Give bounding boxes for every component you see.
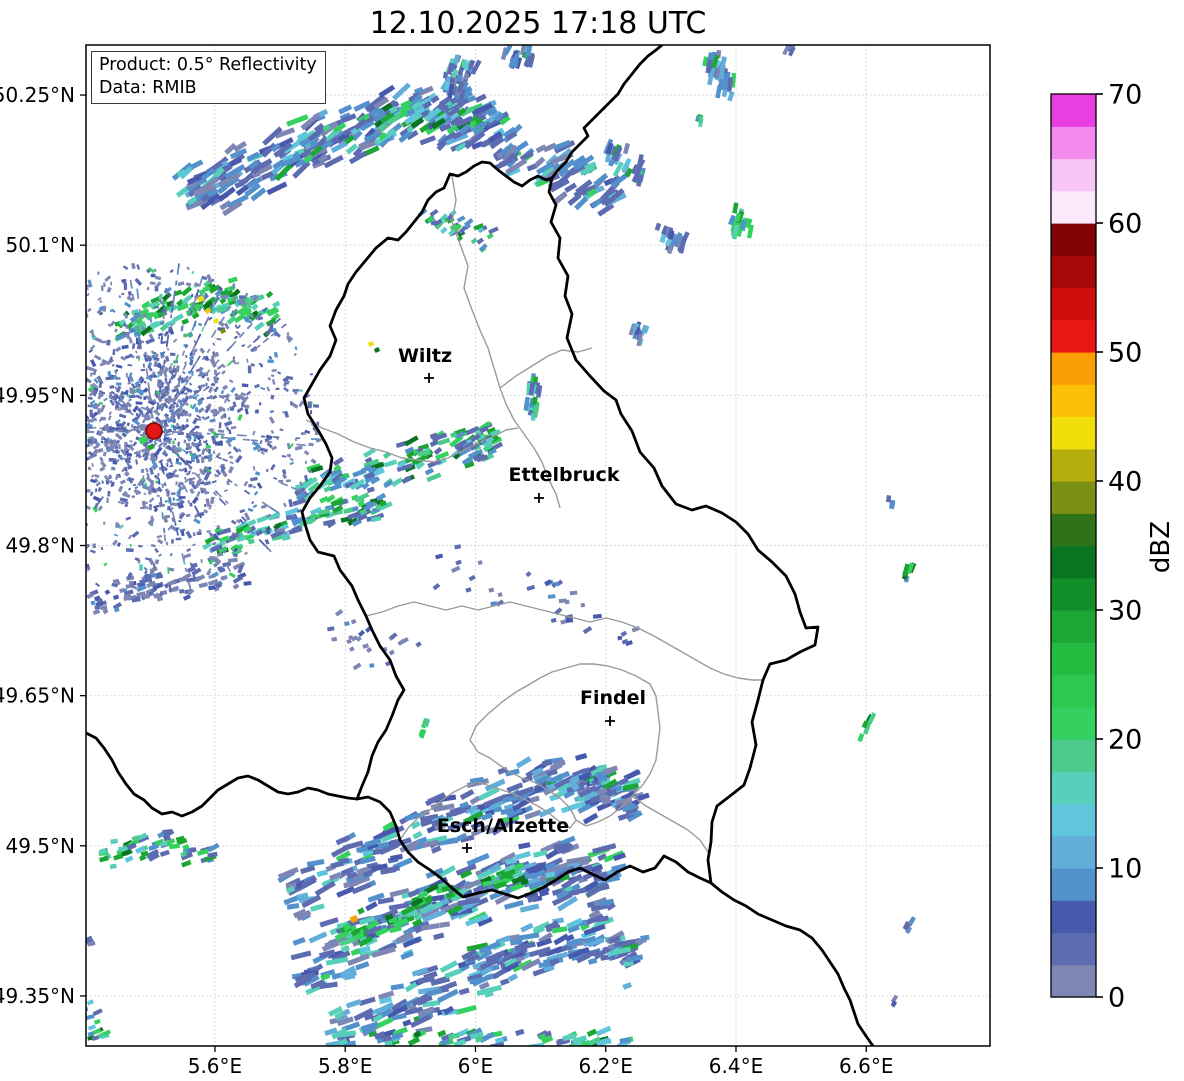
x-tick-label: 5.6°E — [188, 1054, 242, 1078]
data-source-line: Data: RMIB — [99, 78, 197, 99]
colorbar-segment — [1051, 868, 1096, 901]
city-label: Esch/Alzette — [437, 815, 569, 837]
city-plus-marker — [534, 493, 544, 503]
product-annotation-box: Product: 0.5° Reflectivity Data: RMIB — [91, 51, 326, 105]
x-tick-label: 6.6°E — [839, 1054, 893, 1078]
city-plus-marker — [605, 716, 615, 726]
radar-site-marker — [145, 422, 163, 440]
figure-title: 12.10.2025 17:18 UTC — [369, 6, 707, 41]
y-tick-label: 49.5°N — [6, 834, 76, 858]
colorbar-tick-label: 60 — [1108, 208, 1142, 239]
colorbar-segment — [1051, 706, 1096, 740]
colorbar-segment — [1051, 190, 1096, 224]
colorbar-segment — [1051, 319, 1096, 353]
colorbar-segment — [1051, 158, 1096, 192]
colorbar-segment — [1051, 416, 1096, 450]
colorbar-tick-label: 0 — [1108, 982, 1125, 1013]
y-tick-label: 49.8°N — [6, 534, 76, 558]
colorbar-segment — [1051, 835, 1096, 869]
product-line: Product: 0.5° Reflectivity — [99, 55, 317, 75]
x-tick-label: 5.8°E — [318, 1054, 372, 1078]
axis-tick-labels: 5.6°E 5.8°E 6°E 6.2°E 6.4°E 6.6°E 50.25°N 50.1°… — [0, 83, 893, 1078]
colorbar-segment — [1051, 932, 1096, 966]
colorbar-segment — [1051, 384, 1096, 418]
colorbar-segment — [1051, 352, 1096, 385]
colorbar-segment — [1051, 803, 1096, 837]
colorbar-tick-label: 10 — [1108, 853, 1142, 884]
colorbar-segment — [1051, 674, 1096, 708]
colorbar-segment — [1051, 94, 1096, 127]
city-label: Wiltz — [398, 345, 452, 367]
y-tick-label: 49.35°N — [0, 984, 75, 1008]
colorbar-segment — [1051, 900, 1096, 934]
colorbar-segment — [1051, 513, 1096, 547]
radar-map-figure: 5.6°E 5.8°E 6°E 6.2°E 6.4°E 6.6°E 50.25°N 50.1°… — [0, 44, 1142, 1078]
y-tick-label: 50.1°N — [6, 233, 76, 257]
colorbar-segment — [1051, 610, 1096, 643]
colorbar-segment — [1051, 481, 1096, 514]
y-tick-label: 50.25°N — [0, 83, 75, 107]
colorbar-tick-label: 70 — [1108, 79, 1142, 110]
city-label: Ettelbruck — [509, 464, 620, 486]
x-tick-label: 6°E — [458, 1054, 493, 1078]
colorbar-tick-label: 20 — [1108, 724, 1142, 755]
y-tick-label: 49.65°N — [0, 684, 75, 708]
colorbar-segment — [1051, 577, 1096, 611]
colorbar-segment — [1051, 448, 1096, 482]
colorbar-segment — [1051, 964, 1096, 998]
x-tick-label: 6.4°E — [709, 1054, 763, 1078]
colorbar-segment — [1051, 642, 1096, 676]
city-plus-marker — [424, 373, 434, 383]
colorbar-segment — [1051, 771, 1096, 805]
colorbar-segment — [1051, 739, 1096, 772]
x-tick-label: 6.2°E — [579, 1054, 633, 1078]
colorbar-segment — [1051, 223, 1096, 256]
city-plus-marker — [462, 843, 472, 853]
radar-echo-layer — [86, 45, 917, 1046]
city-label: Findel — [580, 687, 646, 709]
colorbar-segment — [1051, 255, 1096, 289]
radar-figure: 12.10.2025 17:18 UTC 5.6°E 5.8°E 6°E 6.2°E 6… — [0, 0, 1184, 1081]
colorbar-segment — [1051, 126, 1096, 160]
colorbar-tick-label: 50 — [1108, 337, 1142, 368]
colorbar: 0 10 20 30 40 50 60 70 — [1050, 79, 1142, 1013]
colorbar-tick-label: 30 — [1108, 595, 1142, 626]
colorbar-unit-label: dBZ — [1146, 520, 1176, 574]
colorbar-segment — [1051, 287, 1096, 321]
colorbar-tick-label: 40 — [1108, 466, 1142, 497]
colorbar-segment — [1051, 545, 1096, 579]
y-tick-label: 49.95°N — [0, 383, 75, 407]
